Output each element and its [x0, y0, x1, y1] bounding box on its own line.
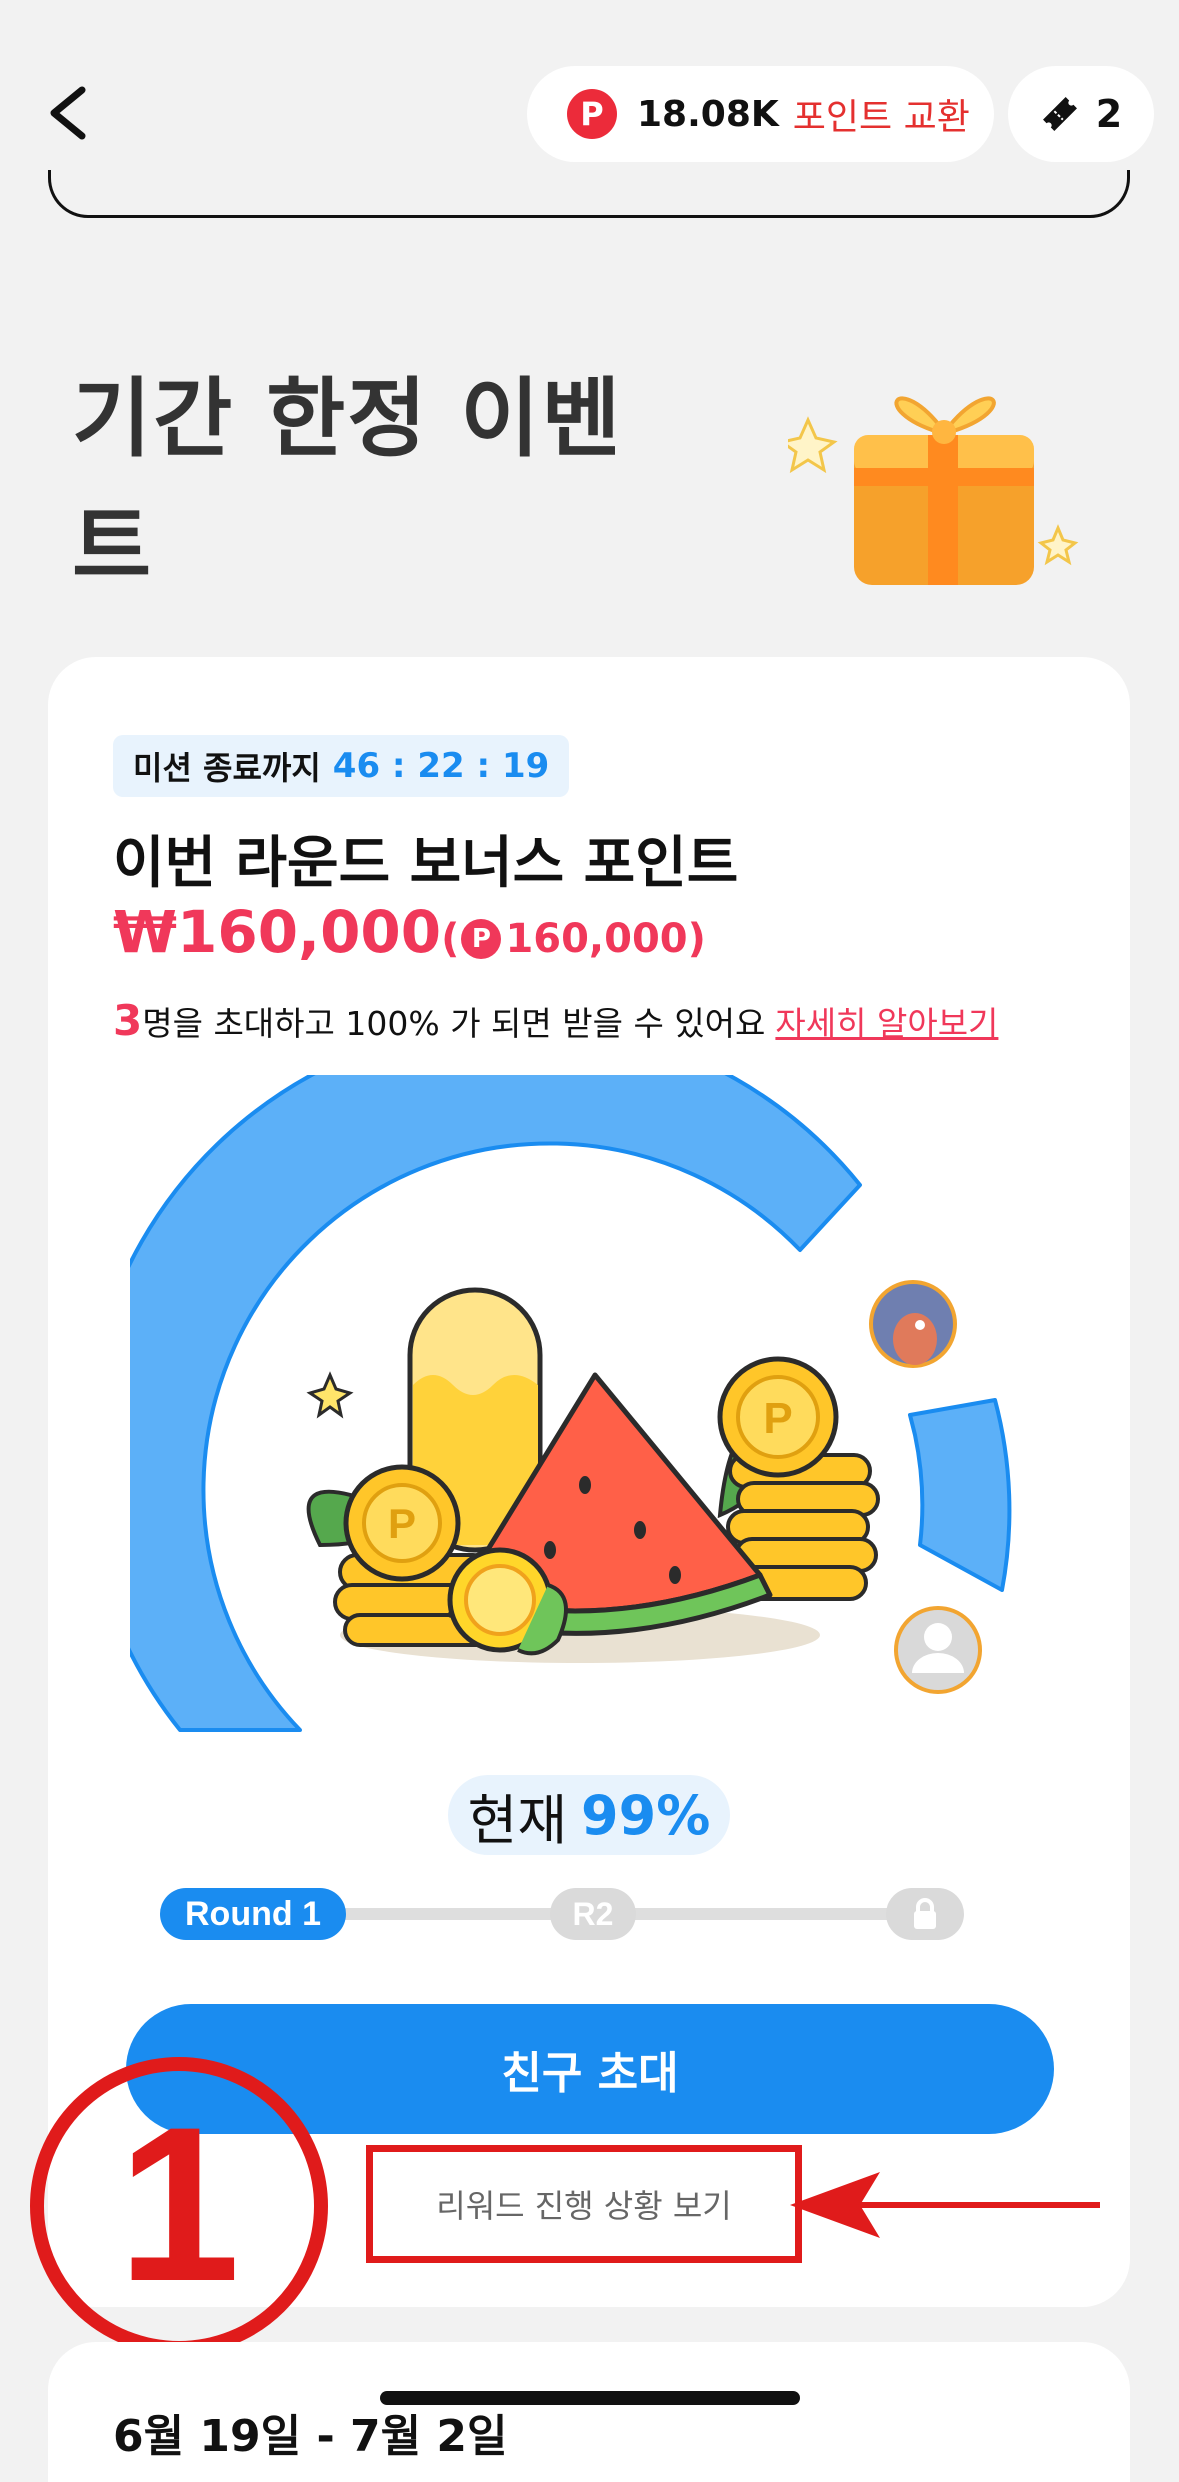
round-bonus-title: 이번 라운드 보너스 포인트 — [113, 831, 739, 896]
next-card-date-range: 6월 19일 - 7월 2일 — [113, 2411, 508, 2462]
reward-progress-link[interactable]: 리워드 진행 상황 보기 — [366, 2145, 802, 2263]
svg-text:P: P — [388, 1500, 416, 1547]
empty-avatar-icon — [894, 1606, 982, 1694]
current-progress: 현재 99% — [448, 1775, 730, 1855]
bonus-won-value: ₩160,000 — [113, 898, 442, 966]
home-indicator[interactable] — [380, 2391, 800, 2405]
ticket-button[interactable]: 2 — [1008, 66, 1154, 162]
event-title-line2: 트 — [72, 497, 154, 597]
reward-progress-label: 리워드 진행 상황 보기 — [436, 2187, 732, 2225]
svg-text:P: P — [763, 1394, 792, 1443]
ticket-count: 2 — [1095, 92, 1123, 136]
mission-timer: 미션 종료까지 46 : 22 : 19 — [113, 735, 570, 797]
points-coin-icon: P — [461, 919, 502, 959]
lock-icon — [914, 1898, 936, 1929]
timer-label: 미션 종료까지 — [133, 749, 321, 787]
points-coin-icon: P — [567, 89, 617, 139]
round-1-badge: Round 1 — [160, 1888, 346, 1940]
bonus-points: ( P 160,000) — [441, 916, 706, 962]
points-exchange-button[interactable]: P 18.08K 포인트 교환 — [527, 66, 994, 162]
annotation-arrow-icon — [790, 2160, 1110, 2250]
event-title: 기간 한정 이벤 트 — [72, 355, 672, 611]
annotation-number-circle: 1 — [28, 2055, 330, 2357]
bonus-points-open: ( — [441, 916, 460, 962]
learn-more-link[interactable]: 자세히 알아보기 — [775, 1004, 998, 1043]
friend-avatar-icon — [869, 1280, 957, 1368]
back-button[interactable] — [40, 78, 100, 148]
previous-card-edge — [48, 170, 1130, 218]
chevron-left-icon — [50, 86, 86, 140]
invite-count: 3 — [113, 996, 143, 1045]
timer-value: 46 : 22 : 19 — [332, 746, 550, 786]
gift-box-icon — [778, 350, 1088, 610]
points-exchange-label: 포인트 교환 — [792, 97, 970, 138]
ticket-icon — [1042, 97, 1077, 131]
round-2-badge: R2 — [550, 1888, 636, 1940]
bonus-points-value: 160,000) — [505, 916, 706, 962]
points-balance: 18.08K — [637, 93, 779, 135]
current-progress-label: 현재 — [467, 1788, 568, 1852]
progress-gauge: P P — [82, 1019, 1050, 1735]
event-title-line1: 기간 한정 이벤 — [72, 369, 623, 469]
round-locked-badge — [886, 1888, 964, 1940]
bonus-amount: ₩160,000 ( P 160,000) — [113, 898, 706, 966]
annotation-number: 1 — [118, 2081, 240, 2327]
current-progress-value: 99% — [581, 1783, 711, 1847]
invite-desc-text: 명을 초대하고 100% 가 되면 받을 수 있어요 — [142, 1004, 766, 1043]
invite-description: 3명을 초대하고 100% 가 되면 받을 수 있어요 자세히 알아보기 — [113, 996, 998, 1045]
